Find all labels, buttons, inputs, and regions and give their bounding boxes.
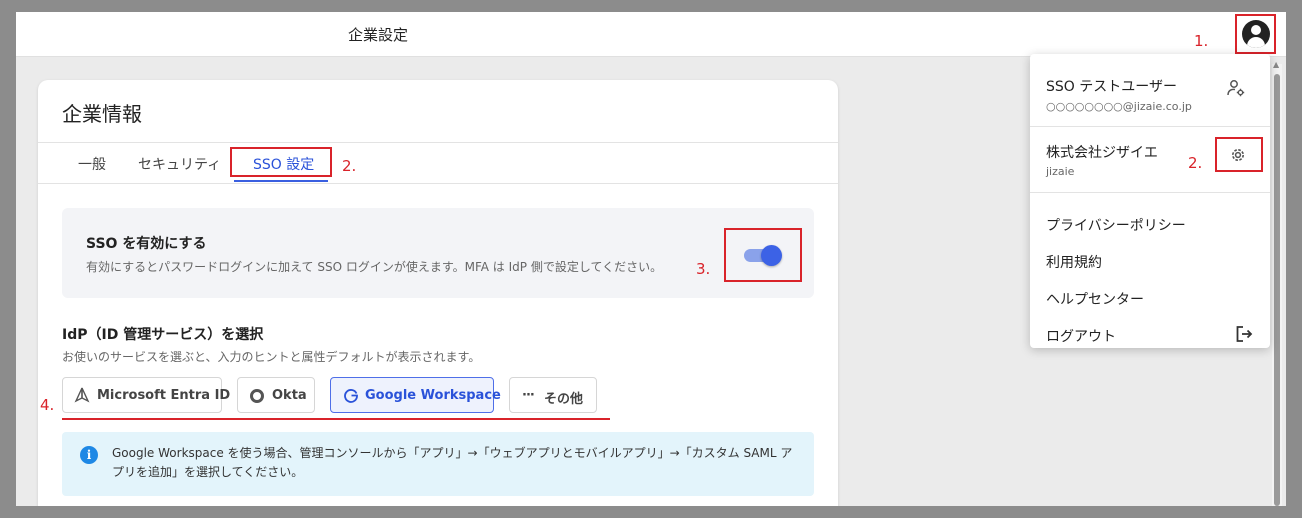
account-avatar-icon[interactable] xyxy=(1242,20,1270,48)
okta-icon xyxy=(250,389,264,403)
menu-user-name: SSO テストユーザー xyxy=(1046,79,1177,95)
avatar-body xyxy=(1247,37,1265,48)
idp-option-google-workspace[interactable]: Google Workspace xyxy=(330,377,501,413)
page-title: 企業設定 xyxy=(348,26,409,44)
tab-security[interactable]: セキュリティ xyxy=(138,154,221,174)
info-text: Google Workspace を使う場合、管理コンソールから「アプリ」→「ウ… xyxy=(112,446,793,479)
idp-option-other[interactable]: ··· その他 xyxy=(509,377,597,413)
idp-section-description: お使いのサービスを選ぶと、入力のヒントと属性デフォルトが表示されます。 xyxy=(62,350,481,364)
idp-section-title: IdP（ID 管理サービス）を選択 xyxy=(62,327,264,343)
annotation-step-4: 4. xyxy=(40,396,55,414)
menu-company-id: jizaie xyxy=(1046,165,1075,178)
sso-enable-toggle[interactable] xyxy=(744,245,782,266)
logout-icon[interactable] xyxy=(1234,324,1254,344)
account-dropdown-menu: SSO テストユーザー ○○○○○○○○@jizaie.co.jp 株式会社ジザ… xyxy=(1030,54,1270,348)
idp-option-label: Okta xyxy=(272,388,307,403)
gear-icon[interactable] xyxy=(1228,145,1248,165)
menu-item-terms[interactable]: 利用規約 xyxy=(1046,252,1102,272)
sso-enable-title: SSO を有効にする xyxy=(86,236,207,252)
tab-general[interactable]: 一般 xyxy=(78,154,106,174)
user-settings-icon[interactable] xyxy=(1226,78,1246,98)
annotation-step-2a: 2. xyxy=(342,157,357,175)
menu-item-help-center[interactable]: ヘルプセンター xyxy=(1046,289,1144,309)
sso-enable-panel: SSO を有効にする 有効にするとパスワードログインに加えて SSO ログインが… xyxy=(62,208,814,298)
menu-item-logout[interactable]: ログアウト xyxy=(1046,326,1116,346)
idp-option-label: その他 xyxy=(544,392,584,407)
annotation-step-3: 3. xyxy=(696,260,711,278)
info-callout: i Google Workspace を使う場合、管理コンソールから「アプリ」→… xyxy=(62,432,814,496)
menu-user-email: ○○○○○○○○@jizaie.co.jp xyxy=(1046,100,1192,113)
menu-item-privacy-policy[interactable]: プライバシーポリシー xyxy=(1046,215,1186,235)
menu-divider xyxy=(1030,192,1270,193)
annotation-step-2b: 2. xyxy=(1188,154,1203,172)
scrollbar-thumb[interactable] xyxy=(1274,74,1280,506)
info-icon: i xyxy=(80,446,98,464)
annotation-box-sso-tab xyxy=(230,147,332,177)
sso-enable-description: 有効にするとパスワードログインに加えて SSO ログインが使えます。MFA は … xyxy=(86,260,663,274)
scroll-up-arrow-icon[interactable]: ▲ xyxy=(1273,60,1279,69)
google-icon xyxy=(344,389,358,403)
annotation-step-1: 1. xyxy=(1194,32,1209,50)
app-viewport: 企業設定 1. 企業情報 一般 セキュリティ SSO 設定 2. SSO を有効… xyxy=(16,12,1286,506)
idp-option-okta[interactable]: Okta xyxy=(237,377,315,413)
avatar-head xyxy=(1251,25,1261,35)
top-bar: 企業設定 1. xyxy=(16,12,1286,57)
toggle-knob xyxy=(761,245,782,266)
microsoft-entra-icon xyxy=(74,387,90,403)
card-title: 企業情報 xyxy=(62,102,142,126)
tab-bar: 一般 セキュリティ SSO 設定 2. xyxy=(38,143,838,184)
idp-option-label: Google Workspace xyxy=(365,388,501,403)
active-tab-indicator xyxy=(234,180,328,182)
menu-company-name: 株式会社ジザイエ xyxy=(1046,145,1158,161)
menu-divider xyxy=(1030,126,1270,127)
idp-option-microsoft-entra[interactable]: Microsoft Entra ID xyxy=(62,377,230,413)
company-info-card: 企業情報 一般 セキュリティ SSO 設定 2. SSO を有効にする 有効にす… xyxy=(38,80,838,506)
annotation-underline xyxy=(62,418,610,420)
more-dots-icon: ··· xyxy=(522,388,535,403)
idp-option-label: Microsoft Entra ID xyxy=(97,388,231,403)
